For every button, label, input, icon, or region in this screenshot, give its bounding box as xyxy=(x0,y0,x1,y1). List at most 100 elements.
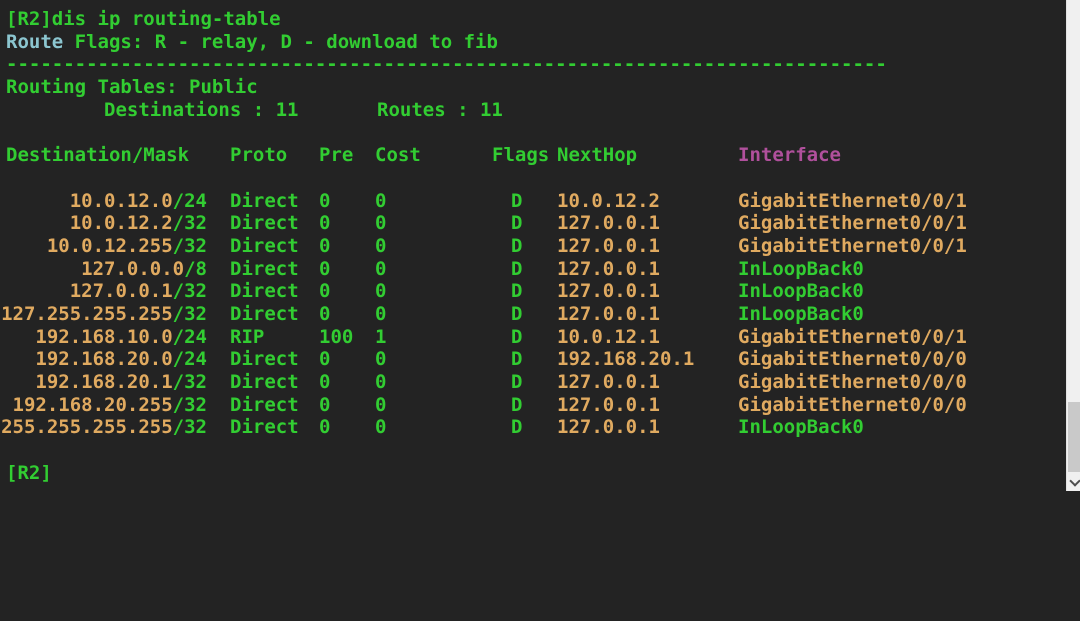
scroll-down-button[interactable] xyxy=(1067,474,1080,491)
nexthop-cell: 127.0.0.1 xyxy=(557,393,660,416)
destination-ip: 192.168.20.255 xyxy=(12,393,173,416)
header-destination-mask: Destination/Mask xyxy=(6,144,190,167)
destination-mask: /24 xyxy=(172,348,207,371)
nexthop-cell: 127.0.0.1 xyxy=(557,371,660,393)
route-row-5: 127.0.0.1/32 Direct 0 0 D 127.0.0.1 InLo… xyxy=(0,280,1066,303)
destination-cell: 255.255.255.255/32 xyxy=(0,416,207,439)
cost-cell: 0 xyxy=(375,212,387,235)
destination-ip: 10.0.12.255 xyxy=(46,234,173,257)
pre-cell: 0 xyxy=(319,257,331,280)
route-flags-word: Route xyxy=(6,30,64,53)
header-pre: Pre xyxy=(319,144,354,167)
cost-cell: 0 xyxy=(375,416,387,439)
proto-cell: Direct xyxy=(230,371,299,393)
proto-cell: Direct xyxy=(230,280,299,303)
destination-mask: /32 xyxy=(172,212,207,235)
route-row-8: 192.168.20.0/24 Direct 0 0 D 192.168.20.… xyxy=(0,348,1066,371)
interface-cell: InLoopBack0 xyxy=(738,280,864,303)
destination-mask: /24 xyxy=(172,189,207,212)
pre-cell: 0 xyxy=(319,234,331,257)
terminal-output: [R2]dis ip routing-table Route Flags: R … xyxy=(0,0,1066,491)
cost-cell: 0 xyxy=(375,234,387,257)
route-flags-line: Route Flags: R - relay, D - download to … xyxy=(0,31,1066,54)
proto-cell: Direct xyxy=(230,234,299,257)
interface-cell: InLoopBack0 xyxy=(738,257,864,280)
destination-cell: 10.0.12.2/32 xyxy=(0,212,207,235)
pre-cell: 0 xyxy=(319,280,331,303)
pre-cell: 100 xyxy=(319,325,354,348)
table-header-row: Destination/Mask Proto Pre Cost Flags Ne… xyxy=(0,144,1066,167)
cost-cell: 0 xyxy=(375,257,387,280)
flags-cell: D xyxy=(511,302,523,325)
destination-cell: 192.168.20.0/24 xyxy=(0,348,207,371)
interface-cell: InLoopBack0 xyxy=(738,416,864,439)
interface-cell: GigabitEthernet0/0/1 xyxy=(738,212,967,235)
header-nexthop: NextHop xyxy=(557,144,638,167)
chevron-down-icon xyxy=(1068,475,1080,487)
flags-cell: D xyxy=(511,212,523,235)
proto-cell: Direct xyxy=(230,393,299,416)
nexthop-cell: 192.168.20.1 xyxy=(557,348,695,371)
scrollbar-thumb[interactable] xyxy=(1068,402,1080,472)
cost-cell: 0 xyxy=(375,280,387,303)
cost-cell: 1 xyxy=(375,325,387,348)
flags-cell: D xyxy=(511,280,523,303)
vertical-scrollbar[interactable] xyxy=(1066,0,1080,491)
header-interface: Interface xyxy=(738,144,841,167)
flags-cell: D xyxy=(511,416,523,439)
destination-ip: 192.168.20.0 xyxy=(35,348,173,371)
destination-mask: /32 xyxy=(172,280,207,303)
destination-mask: /32 xyxy=(172,393,207,416)
destination-ip: 10.0.12.2 xyxy=(69,212,173,235)
route-row-6: 127.255.255.255/32 Direct 0 0 D 127.0.0.… xyxy=(0,303,1066,326)
pre-cell: 0 xyxy=(319,348,331,371)
nexthop-cell: 127.0.0.1 xyxy=(557,212,660,235)
destination-cell: 10.0.12.255/32 xyxy=(0,235,207,258)
destination-cell: 192.168.10.0/24 xyxy=(0,326,207,349)
interface-cell: GigabitEthernet0/0/0 xyxy=(738,393,967,416)
nexthop-cell: 127.0.0.1 xyxy=(557,234,660,257)
nexthop-cell: 127.0.0.1 xyxy=(557,280,660,303)
pre-cell: 0 xyxy=(319,371,331,393)
destination-ip: 10.0.12.0 xyxy=(69,189,173,212)
command-line: [R2]dis ip routing-table xyxy=(0,8,1066,31)
destination-cell: 192.168.20.255/32 xyxy=(0,394,207,417)
destination-cell: 10.0.12.0/24 xyxy=(0,190,207,213)
interface-cell: GigabitEthernet0/0/1 xyxy=(738,325,967,348)
cost-cell: 0 xyxy=(375,348,387,371)
cost-cell: 0 xyxy=(375,371,387,393)
pre-cell: 0 xyxy=(319,212,331,235)
pre-cell: 0 xyxy=(319,189,331,212)
header-cost: Cost xyxy=(375,144,421,167)
header-flags: Flags xyxy=(492,144,550,167)
nexthop-cell: 127.0.0.1 xyxy=(557,302,660,325)
route-row-1: 10.0.12.0/24 Direct 0 0 D 10.0.12.2 Giga… xyxy=(0,190,1066,213)
flags-cell: D xyxy=(511,325,523,348)
cost-cell: 0 xyxy=(375,189,387,212)
summary-line: Destinations : 11 Routes : 11 xyxy=(0,99,1066,122)
flags-cell: D xyxy=(511,189,523,212)
destination-ip: 192.168.10.0 xyxy=(35,325,173,348)
destination-cell: 127.0.0.1/32 xyxy=(0,280,207,303)
destination-ip: 255.255.255.255 xyxy=(1,416,173,439)
destination-cell: 127.0.0.0/8 xyxy=(0,258,207,281)
route-row-11: 255.255.255.255/32 Direct 0 0 D 127.0.0.… xyxy=(0,416,1066,439)
flags-cell: D xyxy=(511,371,523,393)
prompt-line: [R2] xyxy=(0,462,1066,485)
interface-cell: GigabitEthernet0/0/0 xyxy=(738,371,967,393)
interface-cell: GigabitEthernet0/0/1 xyxy=(738,234,967,257)
proto-cell: Direct xyxy=(230,416,299,439)
interface-cell: GigabitEthernet0/0/1 xyxy=(738,189,967,212)
destination-mask: /32 xyxy=(172,302,207,325)
separator-dashes: ----------------------------------------… xyxy=(6,53,887,76)
command-text: [R2]dis ip routing-table xyxy=(6,8,281,30)
interface-cell: InLoopBack0 xyxy=(738,302,864,325)
nexthop-cell: 127.0.0.1 xyxy=(557,416,660,439)
destination-ip: 192.168.20.1 xyxy=(35,371,173,393)
destination-mask: /24 xyxy=(172,325,207,348)
flags-cell: D xyxy=(511,234,523,257)
cost-cell: 0 xyxy=(375,302,387,325)
flags-cell: D xyxy=(511,348,523,371)
